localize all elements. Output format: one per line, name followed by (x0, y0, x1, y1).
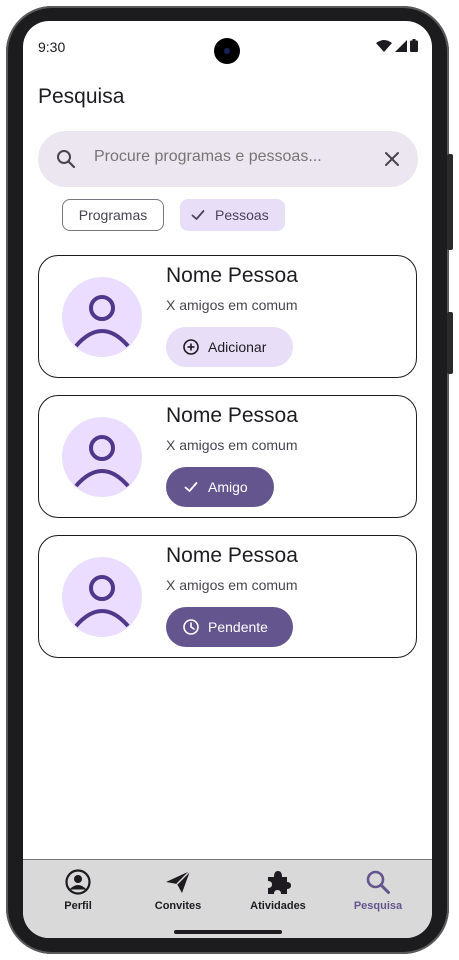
friend-button[interactable]: Amigo (166, 467, 274, 507)
status-bar: 9:30 (23, 21, 432, 73)
filter-chip-programas[interactable]: Programas (62, 199, 164, 231)
avatar (62, 557, 142, 637)
nav-label: Perfil (64, 900, 92, 912)
account-circle-icon (65, 869, 91, 895)
screen: 9:30 Pesquisa Programas Pessoas (23, 21, 432, 938)
front-camera (214, 38, 240, 64)
filter-chip-label: Programas (78, 207, 148, 223)
status-time: 9:30 (38, 39, 66, 55)
home-indicator[interactable] (174, 930, 282, 934)
volume-button (447, 312, 453, 374)
mutual-friends: X amigos em comum (166, 437, 298, 453)
nav-label: Pesquisa (353, 900, 403, 912)
nav-item-perfil[interactable]: Perfil (33, 868, 123, 912)
person-card[interactable]: Nome Pessoa X amigos em comum Adicionar (38, 255, 417, 378)
add-friend-button[interactable]: Adicionar (166, 327, 293, 367)
wifi-icon (376, 39, 392, 52)
person-icon (74, 435, 130, 488)
nav-label: Convites (154, 900, 202, 912)
close-icon[interactable] (380, 147, 404, 171)
search-icon[interactable] (54, 147, 78, 171)
check-icon (191, 210, 205, 220)
person-name: Nome Pessoa (166, 544, 298, 567)
person-icon (74, 575, 130, 628)
clock-icon (183, 619, 199, 635)
search-input[interactable] (94, 148, 354, 166)
avatar (62, 417, 142, 497)
status-icons (376, 39, 418, 52)
nav-item-atividades[interactable]: Atividades (233, 868, 323, 912)
filter-chip-pessoas[interactable]: Pessoas (180, 199, 285, 231)
mutual-friends: X amigos em comum (166, 297, 298, 313)
button-label: Pendente (208, 619, 268, 635)
phone-frame: 9:30 Pesquisa Programas Pessoas (6, 6, 453, 954)
nav-item-convites[interactable]: Convites (133, 868, 223, 912)
nav-label: Atividades (250, 900, 306, 912)
person-name: Nome Pessoa (166, 404, 298, 427)
nav-item-pesquisa[interactable]: Pesquisa (333, 868, 423, 912)
button-label: Amigo (208, 479, 248, 495)
check-icon (184, 482, 198, 492)
pending-button[interactable]: Pendente (166, 607, 293, 647)
filter-chip-label: Pessoas (215, 207, 269, 223)
battery-icon (410, 39, 418, 52)
page-title: Pesquisa (38, 85, 125, 108)
mutual-friends: X amigos em comum (166, 577, 298, 593)
avatar (62, 277, 142, 357)
person-card[interactable]: Nome Pessoa X amigos em comum Pendente (38, 535, 417, 658)
search-bar[interactable] (38, 131, 418, 187)
send-icon (166, 870, 191, 893)
cellular-signal-icon (395, 39, 407, 52)
person-name: Nome Pessoa (166, 264, 298, 287)
button-label: Adicionar (208, 339, 267, 355)
puzzle-icon (268, 871, 291, 894)
person-icon (74, 295, 130, 348)
add-circle-icon (183, 339, 199, 355)
power-button (447, 154, 453, 250)
person-card[interactable]: Nome Pessoa X amigos em comum Amigo (38, 395, 417, 518)
search-icon (366, 870, 390, 894)
bottom-navigation: Perfil Convites Atividades Pesquisa (23, 859, 432, 938)
